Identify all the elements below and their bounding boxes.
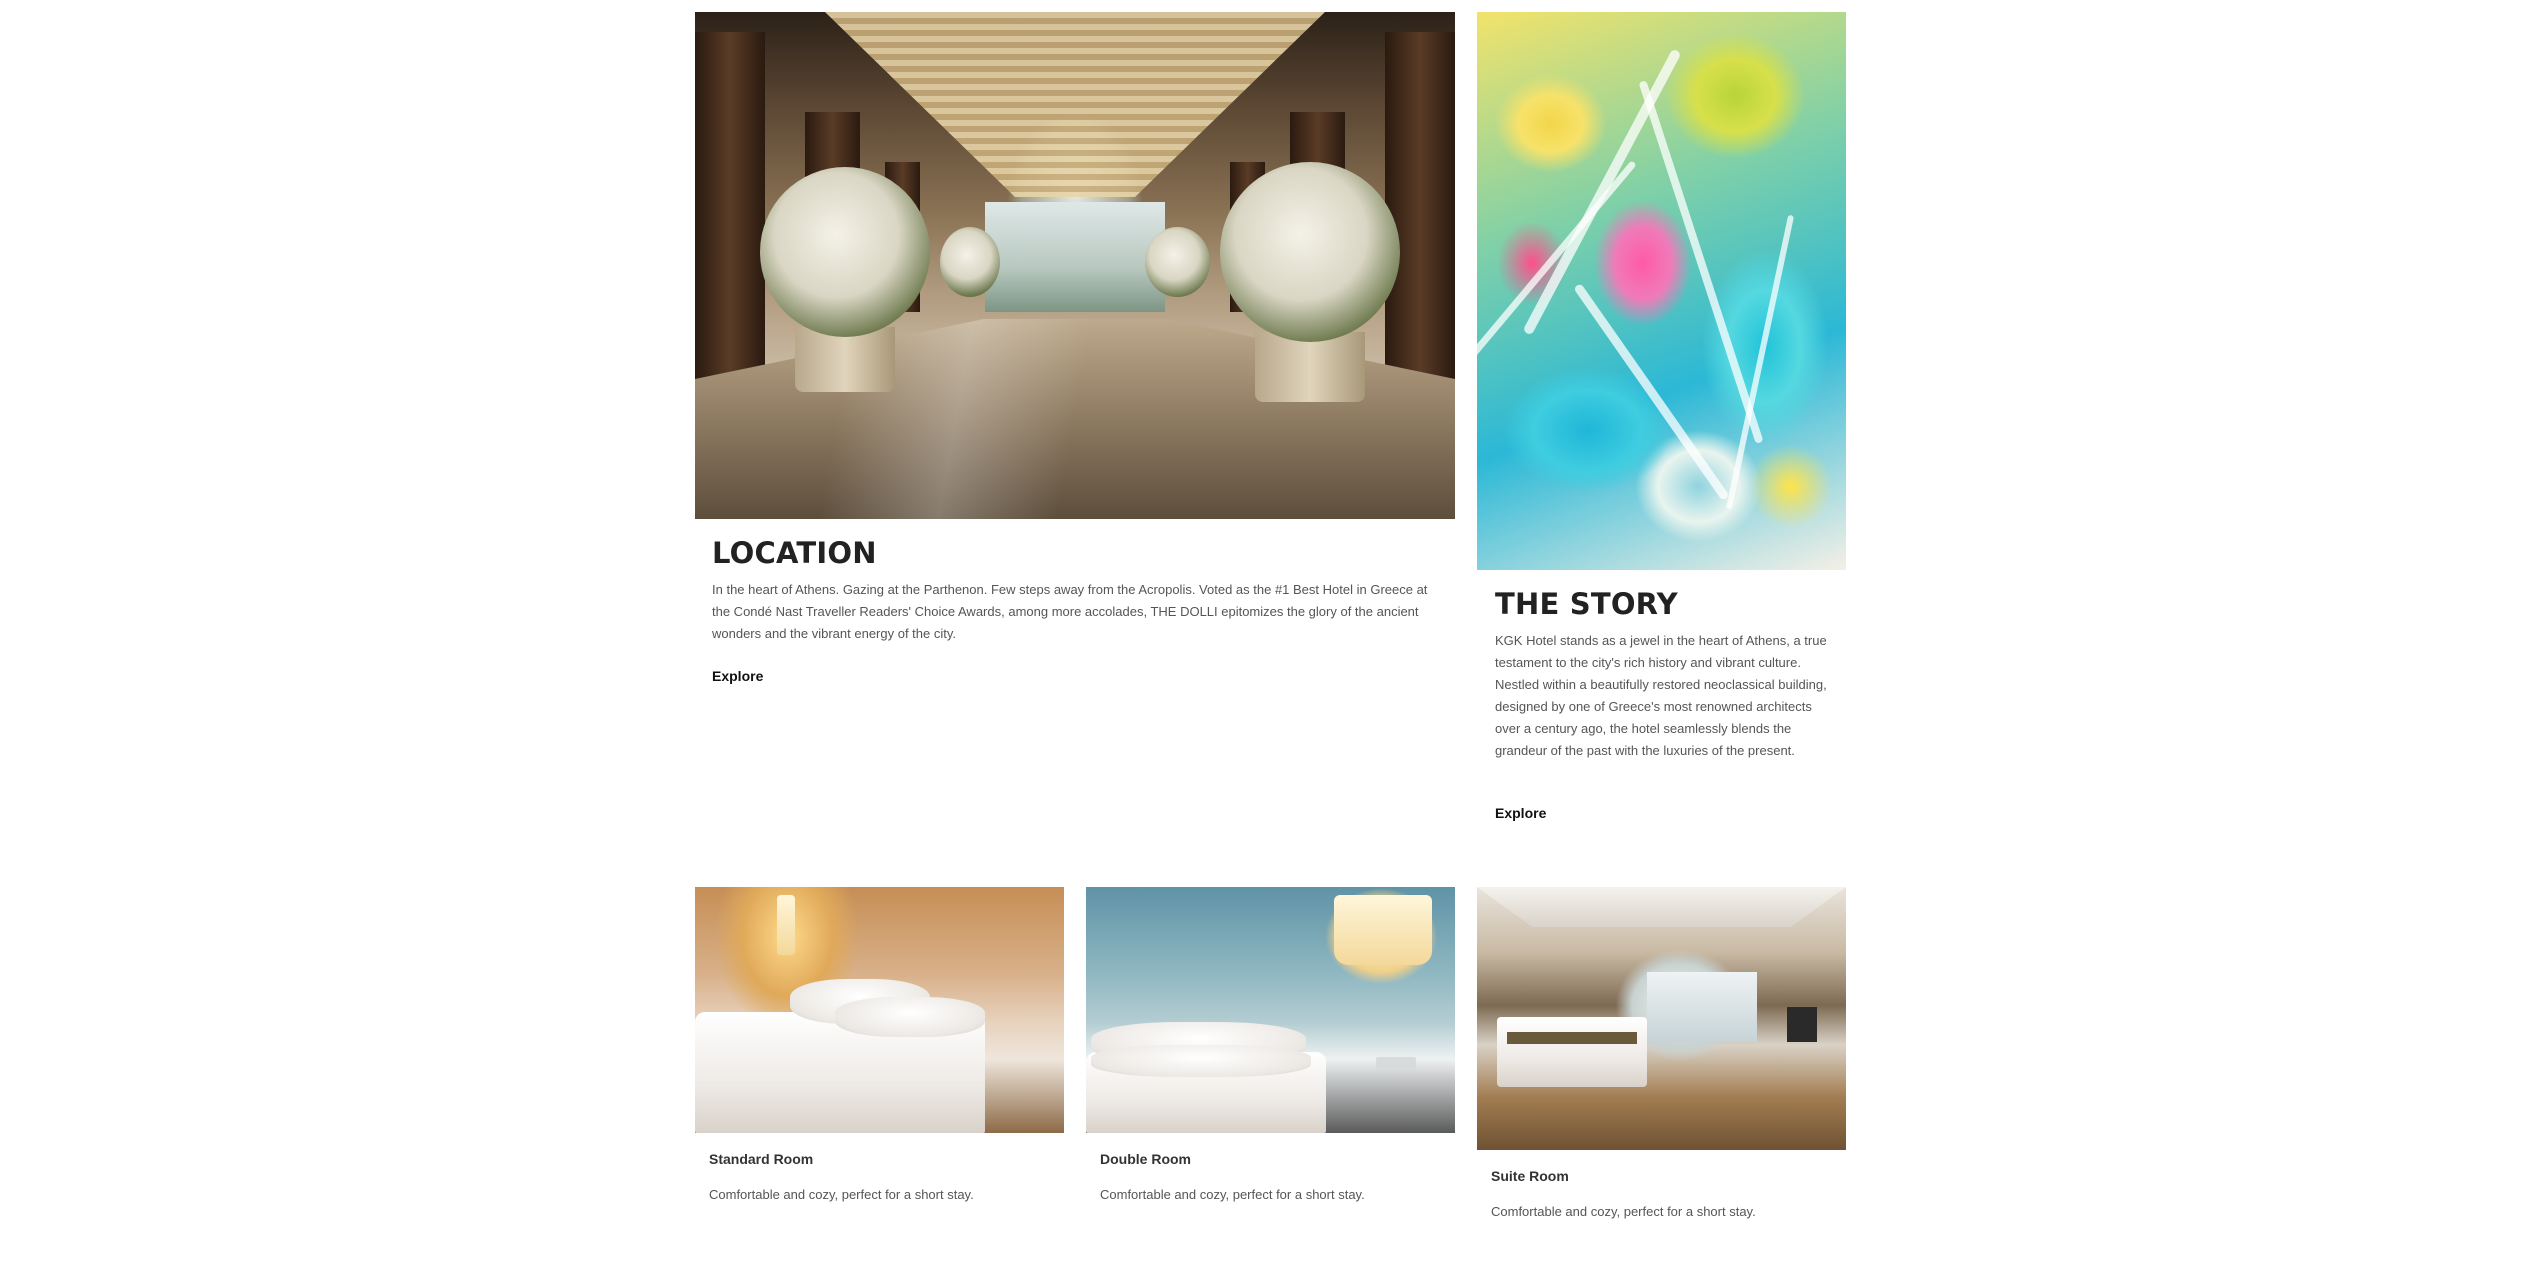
- room-description: Comfortable and cozy, perfect for a shor…: [1491, 1204, 1756, 1219]
- story-explore-link[interactable]: Explore: [1495, 805, 1546, 821]
- story-image: [1477, 12, 1846, 570]
- room-title[interactable]: Double Room: [1100, 1151, 1191, 1167]
- story-description: KGK Hotel stands as a jewel in the heart…: [1495, 633, 1827, 758]
- story-heading: THE STORY: [1495, 587, 1678, 621]
- lobby-image: [695, 12, 1455, 519]
- room-description: Comfortable and cozy, perfect for a shor…: [709, 1187, 974, 1202]
- double-room-image[interactable]: [1086, 887, 1455, 1133]
- room-title[interactable]: Standard Room: [709, 1151, 813, 1167]
- room-title[interactable]: Suite Room: [1491, 1168, 1569, 1184]
- standard-room-image[interactable]: [695, 887, 1064, 1133]
- suite-room-image[interactable]: [1477, 887, 1846, 1150]
- location-explore-link[interactable]: Explore: [712, 668, 763, 684]
- location-heading: LOCATION: [712, 536, 877, 570]
- location-description: In the heart of Athens. Gazing at the Pa…: [712, 582, 1428, 641]
- room-description: Comfortable and cozy, perfect for a shor…: [1100, 1187, 1365, 1202]
